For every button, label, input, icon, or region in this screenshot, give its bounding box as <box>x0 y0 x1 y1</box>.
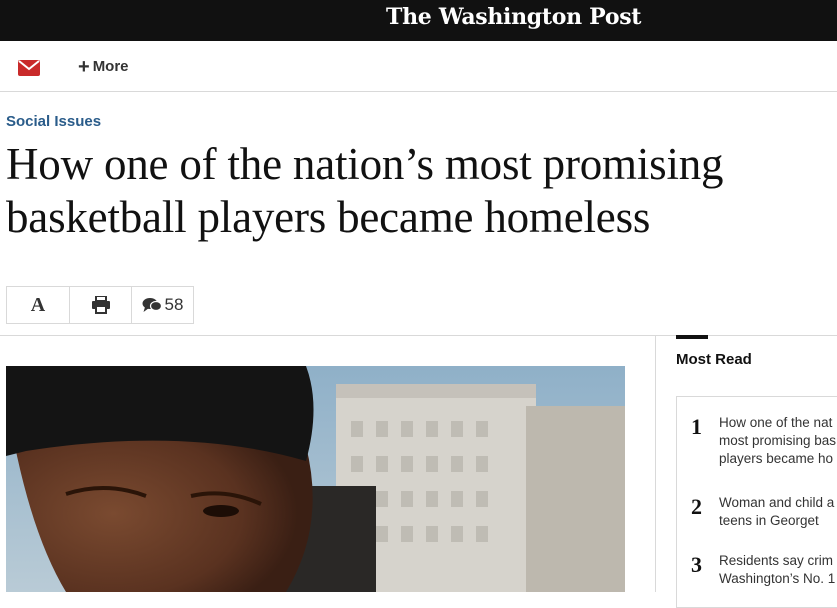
most-read-headline[interactable]: Residents say crim Washington’s No. 1 <box>719 552 837 588</box>
most-read-headline[interactable]: Woman and child a by teens in Georget <box>719 494 837 530</box>
print-button[interactable] <box>69 286 132 324</box>
envelope-icon <box>18 60 40 76</box>
content-divider <box>0 335 837 336</box>
most-read-rank: 2 <box>691 494 702 519</box>
most-read-rank: 3 <box>691 552 702 577</box>
most-read-list: 1 How one of the nat most promising bas … <box>676 396 837 608</box>
most-read-title: Most Read <box>676 351 752 368</box>
comments-button[interactable]: 58 <box>131 286 194 324</box>
most-read-accent-bar <box>676 335 708 339</box>
hero-photo[interactable] <box>6 366 625 592</box>
printer-icon <box>91 296 110 314</box>
masthead: The Washington Post <box>0 0 837 41</box>
most-read-headline[interactable]: How one of the nat most promising bas pl… <box>719 414 837 468</box>
email-share-button[interactable] <box>18 60 40 76</box>
plus-icon: + <box>78 56 90 78</box>
more-label: More <box>92 58 129 75</box>
article-headline: How one of the nation’s most promising b… <box>6 139 724 242</box>
font-size-button[interactable]: A <box>6 286 70 324</box>
article-tools: A 58 <box>6 286 194 324</box>
more-button[interactable]: + More <box>78 57 129 77</box>
comment-count: 58 <box>164 295 184 314</box>
font-size-icon: A <box>30 293 46 316</box>
sidebar-divider <box>655 336 656 592</box>
most-read-rank: 1 <box>691 414 702 439</box>
section-kicker[interactable]: Social Issues <box>6 113 101 130</box>
speech-bubbles-icon <box>142 298 162 312</box>
hero-photo-image <box>6 366 625 592</box>
washington-post-logo[interactable]: The Washington Post <box>386 4 641 30</box>
